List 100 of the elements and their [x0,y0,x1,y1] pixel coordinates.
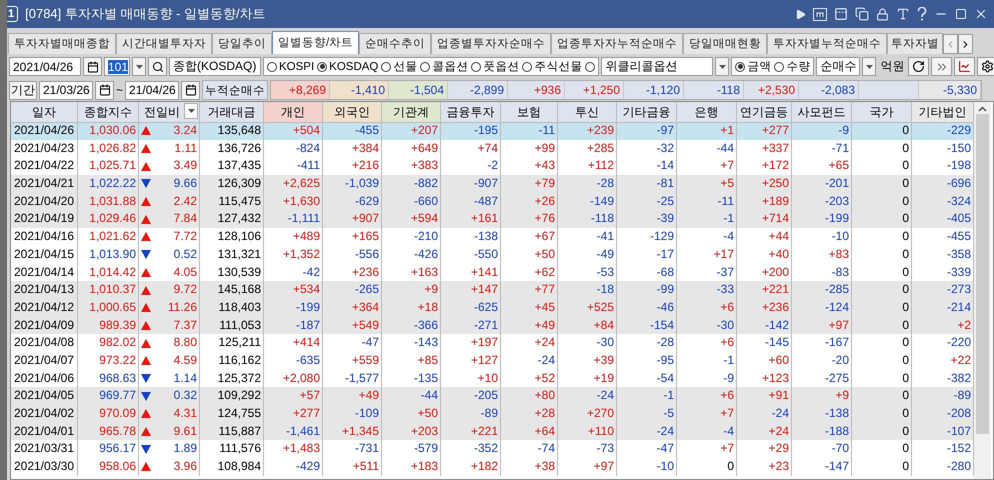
unit-radio[interactable]: 금액 [735,59,772,74]
net-buy-cell: -265 [323,281,382,299]
tab[interactable]: 순매수추이 [359,33,432,54]
date-cell[interactable]: 2021/04/05 [11,387,78,405]
tab[interactable]: 투자자별 [887,33,944,54]
amount-cell: 127,432 [200,210,264,228]
net-buy-cell: -24 [617,422,677,440]
tab[interactable]: 업종별투자자순매수 [431,33,552,54]
net-buy-cell: -271 [441,316,501,334]
expand-button[interactable] [931,57,952,76]
net-buy-cell: -382 [912,370,974,388]
net-buy-cell: +91 [737,387,792,405]
search-icon [152,60,164,72]
net-buy-cell: -187 [264,316,323,334]
sort-button[interactable] [184,103,198,119]
play-icon[interactable] [795,8,806,20]
settings-button[interactable] [977,57,994,76]
from-date-field[interactable]: 21/03/26 [39,80,93,100]
date-cell[interactable]: 2021/04/12 [11,298,78,317]
date-cell[interactable]: 2021/04/09 [11,316,78,334]
tab[interactable]: 일별동향/차트 [272,31,360,54]
font-icon[interactable] [896,7,910,21]
period-button[interactable]: 기간 [9,80,37,100]
market-radio[interactable]: KOSPI [267,60,314,72]
net-buy-cell: +1 [677,122,737,140]
date-cell[interactable]: 2021/04/01 [11,422,78,440]
copy-icon[interactable] [855,7,869,21]
change-cell: 4.59 [139,352,200,370]
close-icon[interactable] [974,7,988,21]
scroll-right-button[interactable] [958,34,974,54]
market-radio[interactable]: 풋옵션 [471,59,520,74]
calendar-button[interactable] [95,80,114,100]
menu-icon[interactable] [813,8,827,20]
tab[interactable]: 시간대별투자자 [116,33,212,54]
market-radio[interactable]: 콜옵션 [420,59,468,74]
calendar-button[interactable] [181,80,200,100]
net-buy-cell: +76 [501,210,558,228]
code-field[interactable]: 101 [104,57,130,76]
net-buy-cell: +6 [677,387,737,405]
net-buy-cell: -285 [792,281,852,299]
to-date-field[interactable]: 21/04/26 [125,80,180,100]
net-buy-cell: 0 [852,210,912,228]
net-buy-cell: -208 [912,405,974,423]
name-field[interactable]: 종합(KOSDAQ) [169,57,261,76]
tab[interactable]: 당일추이 [212,33,272,54]
scrollbar[interactable] [974,102,991,479]
dropdown-button[interactable] [715,57,730,76]
change-cell: 0.32 [139,387,200,405]
header-label: 개인 [281,104,305,120]
net-buy-cell: +714 [737,210,792,228]
option-select[interactable]: 위클리콜옵션 [601,57,714,76]
net-buy-cell: -907 [441,175,501,193]
net-buy-cell: -28 [558,175,617,193]
calendar-button[interactable] [83,57,102,76]
market-radio[interactable]: KOSDAQ [317,60,378,72]
caret-icon [718,64,726,68]
net-buy-cell: +123 [737,370,792,388]
chart-button[interactable] [954,57,976,76]
unit-radio[interactable]: 수량 [774,59,810,74]
dropdown-button[interactable] [132,57,146,76]
mode-select[interactable]: 순매수 [816,57,860,76]
net-buy-cell: +19 [558,370,617,388]
net-buy-cell: -11 [501,122,558,140]
net-buy-cell: -229 [912,122,974,140]
total-value: -1,120 [624,81,684,99]
date-cell[interactable]: 2021/04/06 [11,370,78,388]
refresh-button[interactable] [908,57,930,76]
lock-icon[interactable] [876,8,889,20]
net-buy-cell: -44 [382,387,441,405]
date-cell[interactable]: 2021/04/19 [11,210,78,228]
net-buy-cell: -30 [677,316,737,334]
net-buy-cell: 0 [852,370,912,388]
amount-cell: 124,755 [200,405,264,423]
tab[interactable]: 당일매매현황 [683,33,768,54]
help-icon[interactable] [917,7,927,21]
dropdown-button[interactable] [862,57,876,76]
market-radio[interactable]: 선물 [381,59,418,74]
market-radio[interactable]: 주식선물 [522,59,582,74]
caret-icon [188,109,194,113]
maximize-icon[interactable] [955,8,967,20]
index-cell: 1,029.46 [78,210,139,228]
date-cell[interactable]: 2021/04/26 [11,122,78,140]
date-field[interactable]: 2021/04/26 [9,57,81,76]
net-buy-cell: -109 [323,405,382,423]
tab[interactable]: 업종투자자누적순매수 [551,33,684,54]
change-cell: 9.61 [139,422,200,440]
net-buy-cell: 0 [852,281,912,299]
weekly-radio[interactable] [585,62,596,72]
net-buy-cell: -455 [323,122,382,140]
net-buy-cell: 0 [852,316,912,334]
date-cell[interactable]: 2021/04/02 [11,405,78,423]
layout-icon[interactable] [834,7,848,21]
tab[interactable]: 투자자별누적순매수 [767,33,888,54]
net-buy-cell: -142 [737,316,792,334]
search-button[interactable] [148,57,167,76]
date-cell[interactable]: 2021/04/21 [11,175,78,193]
date-cell[interactable]: 2021/04/20 [11,192,78,210]
window-title: [0784] 투자자별 매매동향 - 일별동향/차트 [25,5,267,23]
tab[interactable]: 투자자별매매종합 [8,33,116,54]
date-cell[interactable]: 2021/04/13 [11,281,78,299]
